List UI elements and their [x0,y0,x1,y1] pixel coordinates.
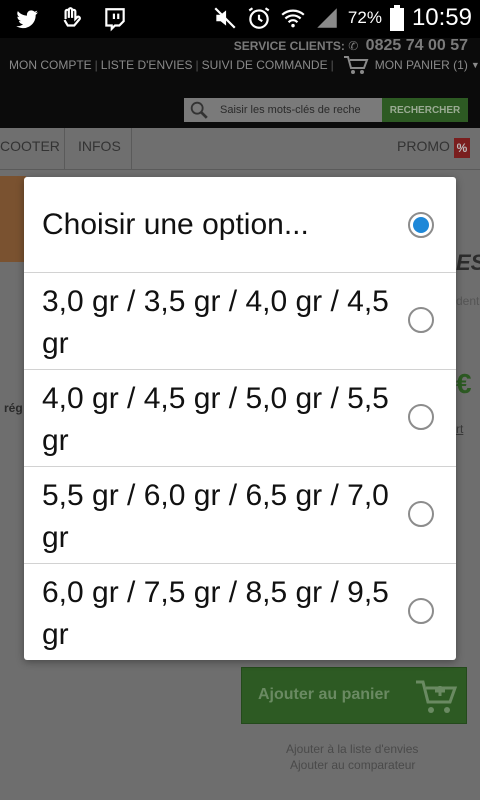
wifi-icon [281,9,305,28]
radio-button[interactable] [408,598,434,624]
option-item[interactable]: 5,5 gr / 6,0 gr / 6,5 gr / 7,0 gr [24,467,456,564]
nav-liste-envies[interactable]: LISTE D'ENVIES [101,58,193,72]
title-fragment: ES [456,250,480,275]
option-item[interactable]: Choisir une option... [24,177,456,273]
nav-divider [131,128,132,170]
nav-mon-compte[interactable]: MON COMPTE [9,58,92,72]
hand-icon [63,7,81,27]
site-header: SERVICE CLIENTS: ✆ 0825 74 00 57 MON COM… [0,37,480,128]
option-label: 6,0 gr / 7,5 gr / 8,5 gr / 9,5 gr [42,576,389,651]
battery-percent: 72% [347,8,382,27]
option-item[interactable]: 4,0 gr / 4,5 gr / 5,0 gr / 5,5 gr [24,370,456,467]
search-button[interactable]: RECHERCHER [382,98,468,122]
option-picker-dialog: Choisir une option... 3,0 gr / 3,5 gr / … [24,177,456,660]
radio-button-selected[interactable] [408,212,434,238]
cart-icon [416,680,458,713]
twitter-icon [16,10,38,29]
cart-icon[interactable] [343,55,369,75]
battery-icon [389,5,404,31]
twitch-icon [105,8,125,32]
tab-infos[interactable]: INFOS [78,138,121,154]
option-label: 3,0 gr / 3,5 gr / 4,0 gr / 4,5 gr [42,285,389,360]
banner-fragment [0,176,26,262]
search-icon [190,101,208,119]
tab-cooter[interactable]: COOTER [0,138,60,154]
clock: 10:59 [411,4,472,31]
service-label: SERVICE CLIENTS: [233,39,345,53]
link-fragment: rt [456,422,464,436]
price-fragment: € [456,368,472,399]
radio-button[interactable] [408,404,434,430]
category-nav: COOTER INFOS PROMO [0,128,480,170]
option-label: Choisir une option... [42,208,309,241]
promo-badge: % [454,138,470,158]
nav-suivi-commande[interactable]: SUIVI DE COMMANDE [202,58,328,72]
nav-separator: | [330,58,334,72]
service-clients: SERVICE CLIENTS: ✆ 0825 74 00 57 [234,37,468,55]
cart-label[interactable]: MON PANIER (1) [375,58,468,72]
mute-icon [214,7,236,29]
nav-separator: | [195,58,199,72]
add-to-cart-button[interactable]: Ajouter au panier [241,667,467,724]
chevron-down-icon: ▼ [470,60,480,70]
option-item[interactable]: 6,0 gr / 7,5 gr / 8,5 gr / 9,5 gr [24,564,456,660]
option-label: 4,0 gr / 4,5 gr / 5,0 gr / 5,5 gr [42,382,389,457]
status-bar: 72% 10:59 [0,0,480,38]
compare-link[interactable]: Ajouter au comparateur [290,758,415,772]
alarm-icon [248,7,270,29]
nav-divider [64,128,65,170]
radio-button[interactable] [408,307,434,333]
search-placeholder: Saisir les mots-clés de reche [220,104,361,116]
radio-button[interactable] [408,501,434,527]
signal-icon [317,8,337,28]
text-fragment: dent [456,294,480,308]
add-to-cart-label: Ajouter au panier [258,686,390,703]
wishlist-link[interactable]: Ajouter à la liste d'envies [286,742,418,756]
phone-icon: ✆ [348,39,359,53]
text-fragment: rég [4,401,23,415]
option-item[interactable]: 3,0 gr / 3,5 gr / 4,0 gr / 4,5 gr [24,273,456,370]
service-phone[interactable]: 0825 74 00 57 [366,37,468,54]
top-nav: MON COMPTE | LISTE D'ENVIES | SUIVI DE C… [9,55,480,75]
search-input[interactable]: Saisir les mots-clés de reche [184,98,382,122]
option-label: 5,5 gr / 6,0 gr / 6,5 gr / 7,0 gr [42,479,389,554]
nav-separator: | [94,58,98,72]
tab-promo[interactable]: PROMO [397,138,450,154]
